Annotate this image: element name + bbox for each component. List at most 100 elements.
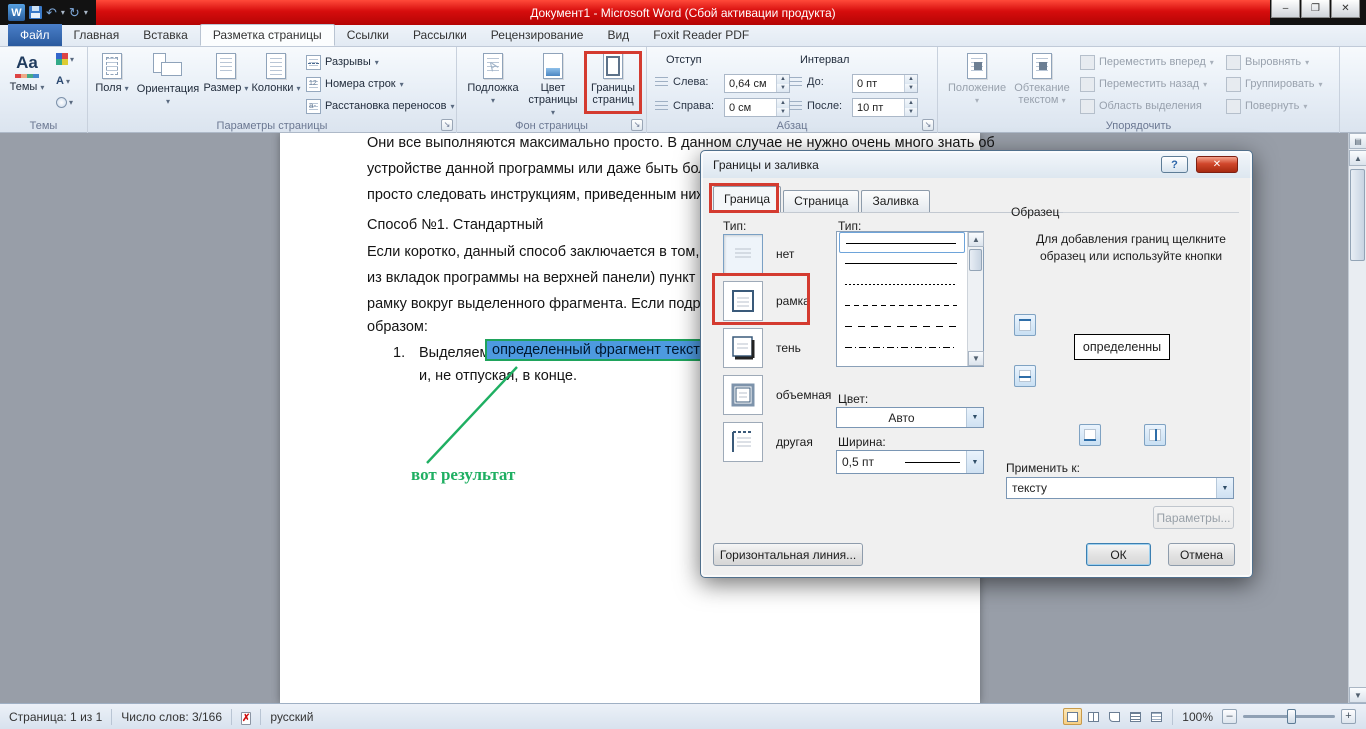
preview-top-border-button[interactable] (1014, 314, 1036, 336)
tab-file[interactable]: Файл (8, 24, 62, 46)
web-layout-view-button[interactable] (1105, 708, 1124, 725)
zoom-out-button[interactable]: – (1222, 709, 1237, 724)
outline-view-button[interactable] (1126, 708, 1145, 725)
spinner-arrows-icon[interactable]: ▲▼ (904, 99, 917, 116)
border-setting-none[interactable]: нет (723, 234, 794, 274)
tab-home[interactable]: Главная (62, 24, 132, 46)
line-style-option-wide-dashed[interactable] (839, 316, 965, 337)
hyphenation-button[interactable]: Расстановка переносов▾ (306, 96, 455, 116)
language-indicator[interactable]: русский (261, 710, 322, 724)
restore-button[interactable]: ❐ (1301, 0, 1330, 18)
word-logo-icon[interactable]: W (8, 4, 25, 21)
cancel-button[interactable]: Отмена (1168, 543, 1235, 566)
page-color-button[interactable]: Цвет страницы ▾ (525, 50, 581, 119)
wrap-text-button[interactable]: Обтекание текстом ▾ (1010, 50, 1074, 107)
undo-dropdown-icon[interactable]: ▾ (61, 8, 65, 17)
page-indicator[interactable]: Страница: 1 из 1 (0, 710, 111, 724)
indent-left-spinner[interactable]: 0,64 см ▲▼ (724, 74, 790, 93)
dialog-tab-border[interactable]: Граница (713, 186, 781, 212)
border-none-icon[interactable] (723, 234, 763, 274)
size-button[interactable]: Размер ▾ (202, 50, 250, 95)
border-box-icon[interactable] (723, 281, 763, 321)
apply-to-combobox[interactable]: тексту ▼ (1006, 477, 1234, 499)
border-setting-box[interactable]: рамка (723, 281, 810, 321)
line-style-option-solid[interactable] (839, 253, 965, 274)
line-style-option-dashed[interactable] (839, 295, 965, 316)
line-style-option-solid-thin[interactable] (839, 232, 965, 253)
line-style-scrollbar[interactable]: ▲ ▼ (967, 232, 983, 366)
line-numbers-button[interactable]: Номера строк▾ (306, 74, 404, 94)
position-button[interactable]: Положение ▾ (948, 50, 1006, 107)
border-setting-custom[interactable]: другая (723, 422, 813, 462)
preview-middle-border-button[interactable] (1014, 365, 1036, 387)
border-setting-shadow[interactable]: тень (723, 328, 801, 368)
zoom-slider[interactable] (1243, 715, 1335, 718)
dialog-tab-shading[interactable]: Заливка (861, 190, 929, 212)
paragraph-dialog-launcher[interactable]: ↘ (922, 119, 934, 131)
theme-effects-button[interactable]: ▾ (56, 97, 73, 108)
proofing-status[interactable]: ✗ (232, 710, 260, 724)
page-setup-dialog-launcher[interactable]: ↘ (441, 119, 453, 131)
preview-vertical-border-button[interactable] (1144, 424, 1166, 446)
spinner-arrows-icon[interactable]: ▲▼ (776, 99, 789, 116)
close-button[interactable]: ✕ (1331, 0, 1360, 18)
indent-right-spinner[interactable]: 0 см ▲▼ (724, 98, 790, 117)
tab-view[interactable]: Вид (595, 24, 641, 46)
border-custom-icon[interactable] (723, 422, 763, 462)
theme-fonts-button[interactable]: A▾ (56, 75, 70, 87)
margins-button[interactable]: Поля ▾ (90, 50, 134, 95)
ok-button[interactable]: ОК (1086, 543, 1151, 566)
width-dropdown-icon[interactable]: ▼ (966, 451, 983, 473)
group-objects-button[interactable]: Группировать▾ (1226, 74, 1323, 94)
style-scroll-down-icon[interactable]: ▼ (968, 351, 984, 366)
tab-insert[interactable]: Вставка (131, 24, 200, 46)
tab-mailings[interactable]: Рассылки (401, 24, 479, 46)
preview-sample-box[interactable]: определенны (1074, 334, 1170, 360)
qat-customize-icon[interactable]: ▾ (84, 8, 88, 17)
theme-colors-button[interactable]: ▾ (56, 53, 74, 65)
columns-button[interactable]: Колонки ▾ (250, 50, 302, 95)
dialog-tab-page[interactable]: Страница (783, 190, 859, 212)
spinner-arrows-icon[interactable]: ▲▼ (904, 75, 917, 92)
color-combobox[interactable]: Авто ▼ (836, 407, 984, 428)
line-style-list[interactable]: ▲ ▼ (836, 231, 984, 367)
spacing-after-spinner[interactable]: 10 пт ▲▼ (852, 98, 918, 117)
tab-foxit-pdf[interactable]: Foxit Reader PDF (641, 24, 761, 46)
tab-references[interactable]: Ссылки (335, 24, 401, 46)
draft-view-button[interactable] (1147, 708, 1166, 725)
bring-forward-button[interactable]: Переместить вперед▾ (1080, 52, 1214, 72)
spinner-arrows-icon[interactable]: ▲▼ (776, 75, 789, 92)
style-scrollbar-thumb[interactable] (969, 249, 982, 271)
repeat-icon[interactable]: ↻ (69, 6, 80, 19)
line-style-option-fine-dashed[interactable] (839, 274, 965, 295)
print-layout-view-button[interactable] (1063, 708, 1082, 725)
themes-button[interactable]: Aa Темы ▾ (4, 50, 50, 94)
watermark-button[interactable]: A Подложка ▾ (465, 50, 521, 107)
breaks-button[interactable]: Разрывы▾ (306, 52, 379, 72)
scroll-up-icon[interactable]: ▲ (1349, 150, 1366, 166)
dialog-close-button[interactable]: ✕ (1196, 156, 1238, 173)
spacing-before-spinner[interactable]: 0 пт ▲▼ (852, 74, 918, 93)
send-backward-button[interactable]: Переместить назад▾ (1080, 74, 1207, 94)
vertical-scrollbar[interactable]: ▤ ▲ ▼ (1348, 133, 1366, 703)
preview-bottom-border-button[interactable] (1079, 424, 1101, 446)
dialog-help-button[interactable]: ? (1161, 156, 1188, 173)
fullscreen-reading-view-button[interactable] (1084, 708, 1103, 725)
zoom-level[interactable]: 100% (1173, 710, 1222, 724)
save-icon[interactable] (29, 6, 42, 19)
page-borders-button[interactable]: Границы страниц (585, 50, 641, 106)
align-button[interactable]: Выровнять▾ (1226, 52, 1309, 72)
apply-to-dropdown-icon[interactable]: ▼ (1216, 478, 1233, 498)
tab-page-layout[interactable]: Разметка страницы (200, 24, 335, 46)
border-setting-3d[interactable]: объемная (723, 375, 831, 415)
scroll-down-icon[interactable]: ▼ (1349, 687, 1366, 703)
orientation-button[interactable]: Ориентация ▾ (136, 50, 200, 108)
horizontal-line-button[interactable]: Горизонтальная линия... (713, 543, 863, 566)
zoom-in-button[interactable]: + (1341, 709, 1356, 724)
word-count[interactable]: Число слов: 3/166 (112, 710, 231, 724)
border-shadow-icon[interactable] (723, 328, 763, 368)
width-combobox[interactable]: 0,5 пт ▼ (836, 450, 984, 474)
line-style-option-dash-dot[interactable] (839, 337, 965, 358)
color-dropdown-icon[interactable]: ▼ (966, 408, 983, 427)
zoom-slider-thumb[interactable] (1287, 709, 1296, 724)
